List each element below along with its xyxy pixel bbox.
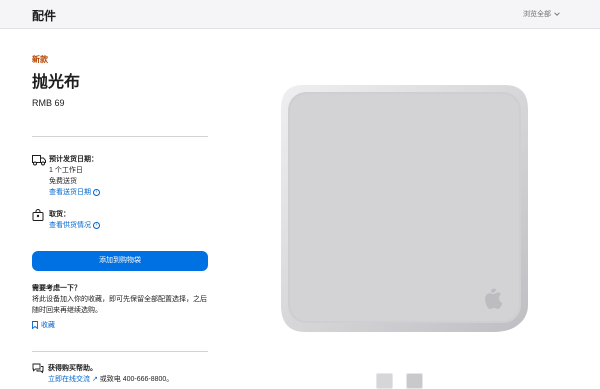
truck-icon <box>32 155 46 166</box>
product-price: RMB 69 <box>32 98 65 108</box>
external-arrow-icon: ↗ <box>91 376 100 383</box>
consider-line-1: 将此设备加入你的收藏，即可先保留全部配置选择，之后 <box>32 296 207 303</box>
thumbnail-1[interactable] <box>376 373 393 389</box>
save-label: 收藏 <box>41 322 55 329</box>
pickup-heading: 取货： <box>49 211 70 218</box>
availability-label: 查看供货情况 <box>49 222 91 229</box>
gallery-thumbnails <box>376 373 423 389</box>
delivery-dates-link[interactable]: 查看送货日期 › <box>49 187 208 198</box>
add-to-bag-button[interactable]: 添加到购物袋 <box>32 251 208 271</box>
help-contact-row: 立即在线交流 ↗ 或致电 400-666-8800。 <box>48 374 173 385</box>
phone-text: 或致电 400-666-8800。 <box>99 376 174 383</box>
consider-heading: 需要考虑一下？ <box>32 285 81 292</box>
divider <box>32 136 208 137</box>
delivery-dates-label: 查看送货日期 <box>49 189 91 196</box>
section-title[interactable]: 配件 <box>32 7 56 24</box>
chevron-down-icon <box>554 12 560 16</box>
new-badge: 新款 <box>32 55 48 64</box>
thumbnail-2[interactable] <box>406 373 423 389</box>
chat-bubbles-icon <box>32 363 44 373</box>
store-pickup-icon <box>32 209 44 221</box>
save-link[interactable]: 收藏 <box>32 320 55 330</box>
availability-link[interactable]: 查看供货情况 › <box>49 220 208 231</box>
browse-all-label: 浏览全部 <box>523 11 551 18</box>
divider <box>32 351 208 352</box>
top-nav-bar: 配件 浏览全部 <box>0 0 600 29</box>
arrow-right-circle-icon: › <box>93 189 100 196</box>
shipping-days: 1 个工作日 <box>49 167 83 174</box>
chat-now-link[interactable]: 立即在线交流 <box>48 376 90 383</box>
bookmark-icon <box>32 321 38 329</box>
polishing-cloth-image[interactable] <box>279 83 530 334</box>
browse-all-menu[interactable]: 浏览全部 <box>523 9 560 19</box>
free-delivery: 免费送货 <box>49 178 77 185</box>
shipping-heading: 预计发货日期： <box>49 156 98 163</box>
product-title: 抛光布 <box>32 74 81 91</box>
arrow-right-circle-icon: › <box>93 222 100 229</box>
save-for-later: 需要考虑一下？ 将此设备加入你的收藏，即可先保留全部配置选择，之后 随时回来再继… <box>32 283 208 329</box>
help-heading: 获得购买帮助。 <box>48 365 97 372</box>
consider-line-2: 随时回来再继续选购。 <box>32 307 102 314</box>
